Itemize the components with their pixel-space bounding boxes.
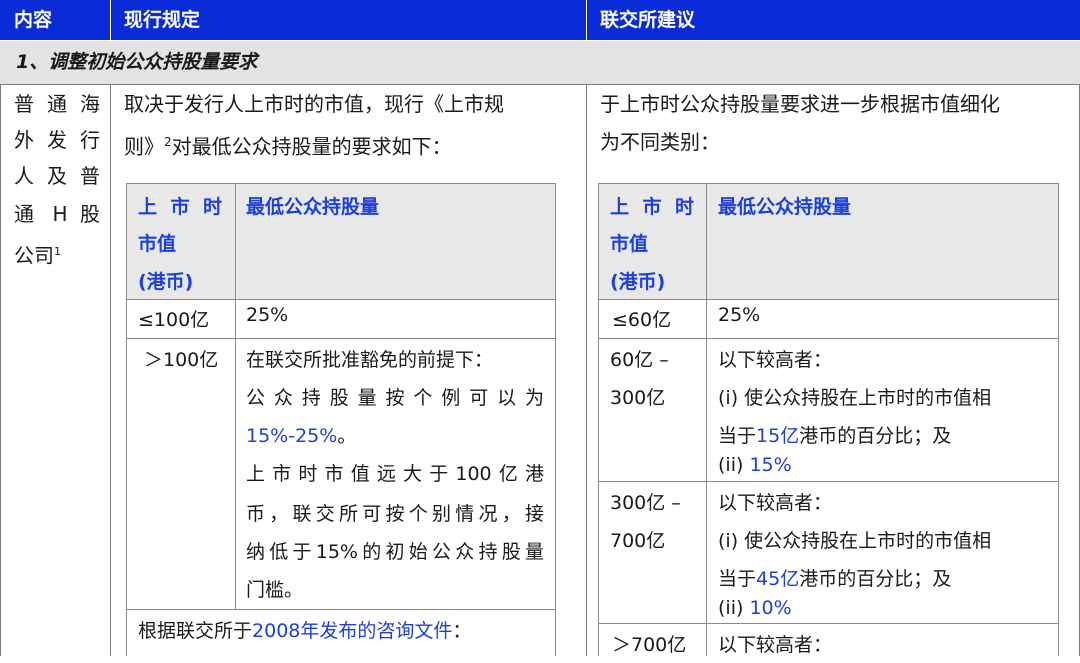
footnote-marker: 1	[54, 245, 61, 258]
min-float-text: 公众持股量按个例可以为	[246, 387, 544, 409]
proposal-intro-line2: 为不同类别：	[600, 130, 720, 154]
inner-divider	[599, 299, 1058, 300]
min-float-text: 上市时市值远大于100亿港	[246, 463, 544, 485]
current-intro-line2: 则》2对最低公众持股量的要求如下：	[124, 134, 452, 159]
min-float-heading: 最低公众持股量	[246, 196, 380, 218]
cap-value: ≤100亿	[138, 309, 210, 331]
row-label-line: 外 发 行	[14, 128, 100, 152]
min-float-text: 纳低于15%的初始公众持股量	[246, 541, 544, 563]
inner-divider	[127, 609, 555, 610]
min-float-text: 以下较高者：	[718, 349, 833, 371]
cap-heading: (港币)	[610, 271, 666, 293]
section-divider	[0, 84, 1080, 85]
header-divider	[586, 0, 587, 40]
column-border	[0, 85, 1, 656]
header-content: 内容	[14, 9, 53, 31]
header-proposal: 联交所建议	[600, 9, 696, 31]
min-float-text: 以下较高者：	[718, 634, 833, 656]
min-float-text: 当于45亿港币的百分比；及	[718, 568, 952, 590]
cap-heading: 市值	[610, 233, 649, 255]
cap-value: 700亿	[610, 530, 666, 552]
min-float-text: (i) 使公众持股在上市时的市值相	[718, 530, 992, 552]
inner-divider	[599, 481, 1058, 482]
header-current-rules: 现行规定	[124, 9, 201, 31]
header-divider	[110, 0, 111, 40]
cap-heading: 上 市 时	[610, 196, 694, 218]
cap-heading: 市值	[138, 233, 177, 255]
inner-divider	[235, 184, 236, 609]
consultation-link[interactable]: 2008年发布的咨询文件	[252, 620, 452, 642]
column-border	[586, 85, 587, 656]
row-label-line: 通 H 股	[14, 202, 100, 226]
cap-value: 300亿 –	[610, 492, 681, 514]
row-label-line: 人 及 普	[14, 164, 100, 188]
cap-value: 60亿 –	[610, 349, 669, 371]
row-label-line: 普 通 海	[14, 92, 100, 116]
table-header: 内容 现行规定 联交所建议	[0, 0, 1080, 40]
cap-heading: (港币)	[138, 271, 194, 293]
section-title: 1、调整初始公众持股量要求	[0, 41, 1080, 84]
cap-heading: 上 市 时	[138, 196, 222, 218]
min-float-text: 以下较高者：	[718, 492, 833, 514]
cap-value: 300亿	[610, 387, 666, 409]
min-float-value: 25%	[246, 304, 289, 326]
min-float-text: 15%-25%。	[246, 425, 357, 447]
min-float-text: 当于15亿港币的百分比；及	[718, 425, 952, 447]
cap-value: ≤60亿	[612, 309, 672, 331]
min-float-value: 25%	[718, 304, 761, 326]
min-float-text: 币，联交所可按个别情况，接	[246, 503, 544, 525]
min-float-text: 门槛。	[246, 579, 304, 601]
min-float-text: 在联交所批准豁免的前提下：	[246, 349, 494, 371]
row-label-line: 公司1	[14, 243, 61, 268]
proposal-intro-line1: 于上市时公众持股量要求进一步根据市值细化	[600, 92, 1000, 116]
inner-divider	[706, 184, 707, 656]
column-border	[110, 85, 111, 656]
min-float-text: (ii) 15%	[718, 454, 792, 476]
min-float-text: (i) 使公众持股在上市时的市值相	[718, 387, 992, 409]
inner-divider	[599, 623, 1058, 624]
current-intro-line1: 取决于发行人上市时的市值，现行《上市规	[124, 92, 504, 116]
consultation-note: 根据联交所于2008年发布的咨询文件：	[138, 620, 472, 642]
footnote-marker: 2	[164, 135, 172, 149]
inner-divider	[127, 338, 555, 339]
inner-divider	[599, 338, 1058, 339]
min-float-text: (ii) 10%	[718, 597, 792, 619]
min-float-heading: 最低公众持股量	[718, 196, 852, 218]
cap-value: ＞100亿	[144, 349, 219, 371]
cap-value: ＞700亿	[612, 634, 687, 656]
